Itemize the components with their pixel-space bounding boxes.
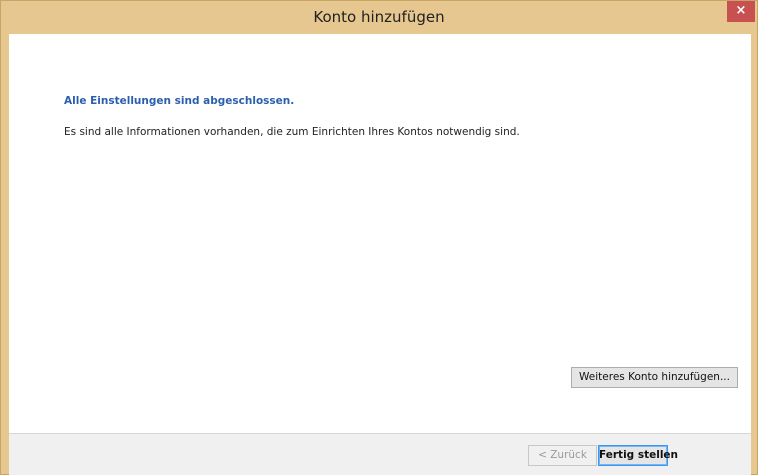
back-button[interactable]: < Zurück xyxy=(528,445,597,466)
title-bar[interactable]: Konto hinzufügen × xyxy=(1,1,757,34)
completion-heading: Alle Einstellungen sind abgeschlossen. xyxy=(64,95,295,107)
add-another-account-button[interactable]: Weiteres Konto hinzufügen... xyxy=(571,367,738,388)
add-account-dialog: Konto hinzufügen × Alle Einstellungen si… xyxy=(0,0,758,475)
completion-description: Es sind alle Informationen vorhanden, di… xyxy=(64,126,520,138)
close-button[interactable]: × xyxy=(727,1,755,22)
finish-button[interactable]: Fertig stellen xyxy=(598,445,678,466)
close-icon: × xyxy=(735,3,747,18)
button-bar: < Zurück Fertig stellen xyxy=(9,434,751,475)
dialog-title: Konto hinzufügen xyxy=(313,8,445,26)
content-panel: Alle Einstellungen sind abgeschlossen. E… xyxy=(9,34,751,434)
